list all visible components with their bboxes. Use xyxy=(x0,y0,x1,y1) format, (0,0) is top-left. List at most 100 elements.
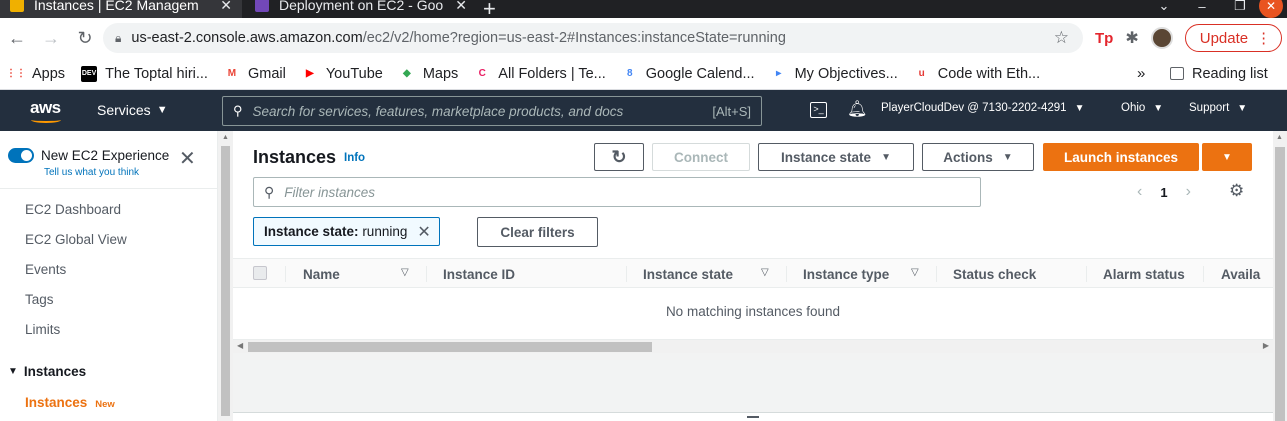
cloudshell-icon[interactable]: >_ xyxy=(810,102,827,118)
scroll-left-icon[interactable]: ◀ xyxy=(237,341,243,350)
prev-page-icon[interactable]: ‹ xyxy=(1137,183,1142,201)
column-header-alarm-status[interactable]: Alarm status xyxy=(1103,267,1185,282)
new-badge: New xyxy=(95,399,115,410)
column-header-instance-id[interactable]: Instance ID xyxy=(443,267,515,282)
tab-instances[interactable]: Instances | EC2 Managem ✕ xyxy=(0,0,242,18)
tab-deployment[interactable]: Deployment on EC2 - Goo ✕ xyxy=(245,0,477,18)
column-header-instance-type[interactable]: Instance type xyxy=(803,267,889,282)
address-bar[interactable]: 🔒︎ us-east-2.console.aws.amazon.com/ec2/… xyxy=(103,23,1083,53)
column-divider xyxy=(786,266,787,282)
scroll-thumb[interactable] xyxy=(1275,147,1285,421)
remove-filter-icon[interactable]: ✕ xyxy=(417,222,430,242)
scroll-right-icon[interactable]: ▶ xyxy=(1263,341,1269,350)
window-controls: ⌄ – ❐ ✕ xyxy=(1145,0,1287,18)
bookmark-item[interactable]: 8 Google Calend... xyxy=(622,66,755,82)
button-label: Actions xyxy=(943,149,993,165)
forward-icon[interactable]: → xyxy=(34,28,68,49)
toolbar-actions: Tp ✱ Update ⋮ xyxy=(1095,24,1283,52)
sidebar-item-ec2-global-view[interactable]: EC2 Global View xyxy=(25,232,127,247)
sidebar-item-ec2-dashboard[interactable]: EC2 Dashboard xyxy=(25,202,121,217)
scroll-thumb[interactable] xyxy=(221,146,230,416)
actions-button[interactable]: Actions ▼ xyxy=(922,143,1034,171)
scroll-up-icon[interactable]: ▲ xyxy=(222,134,229,141)
column-header-instance-state[interactable]: Instance state xyxy=(643,267,733,282)
bookmark-item[interactable]: u Code with Eth... xyxy=(914,66,1040,82)
update-button[interactable]: Update ⋮ xyxy=(1184,24,1283,52)
bookmark-item[interactable]: ▶ YouTube xyxy=(302,66,383,82)
drag-handle-icon[interactable] xyxy=(747,416,759,420)
sort-icon[interactable]: ▽ xyxy=(911,267,919,278)
reload-icon[interactable]: ↻ xyxy=(68,28,102,49)
support-menu[interactable]: Support ▼ xyxy=(1189,102,1247,114)
sidebar-item-instances[interactable]: Instances New xyxy=(25,395,115,410)
sidebar-section-instances[interactable]: ▼ Instances xyxy=(8,364,86,379)
account-menu[interactable]: PlayerCloudDev @ 7130-2202-4291 ▼ xyxy=(881,102,1084,114)
scroll-thumb[interactable] xyxy=(248,342,652,352)
lock-icon: 🔒︎ xyxy=(115,30,122,45)
caret-down-icon: ▼ xyxy=(1237,102,1248,114)
bookmark-item[interactable]: M Gmail xyxy=(224,66,286,82)
bookmark-item[interactable]: ⋮⋮ Apps xyxy=(6,66,65,82)
bookmark-item[interactable]: ◆ Maps xyxy=(399,66,458,82)
maximize-icon[interactable]: ❐ xyxy=(1221,0,1259,14)
dev-icon: DEV xyxy=(81,65,98,82)
next-page-icon[interactable]: › xyxy=(1186,183,1191,201)
close-icon[interactable]: ✕ xyxy=(179,149,196,169)
feedback-link[interactable]: Tell us what you think xyxy=(44,167,139,178)
more-bookmarks-icon[interactable]: » xyxy=(1137,65,1145,82)
gear-icon[interactable]: ⚙ xyxy=(1229,181,1244,201)
table-horizontal-scrollbar[interactable]: ◀ ▶ xyxy=(233,339,1273,353)
column-divider xyxy=(1203,266,1204,282)
refresh-icon: ↻ xyxy=(611,146,627,167)
region-menu[interactable]: Ohio ▼ xyxy=(1121,102,1163,114)
aws-search-input[interactable]: ⚲ Search for services, features, marketp… xyxy=(222,96,762,126)
split-panel-handle[interactable] xyxy=(233,412,1273,421)
caret-down-icon: ▼ xyxy=(1002,151,1013,163)
aws-logo[interactable]: aws xyxy=(30,98,61,118)
services-menu[interactable]: Services ▼ xyxy=(97,102,168,118)
launch-dropdown-button[interactable]: ▼ xyxy=(1202,143,1252,171)
tab-search-icon[interactable]: ⌄ xyxy=(1145,0,1183,14)
profile-avatar[interactable] xyxy=(1150,27,1173,49)
close-tab-icon[interactable]: ✕ xyxy=(220,0,232,14)
browser-tab-strip: Instances | EC2 Managem ✕ Deployment on … xyxy=(0,0,1287,18)
launch-instances-button[interactable]: Launch instances xyxy=(1043,143,1199,171)
page-number[interactable]: 1 xyxy=(1160,185,1167,200)
bookmark-item[interactable]: DEV The Toptal hiri... xyxy=(81,65,208,82)
clear-filters-button[interactable]: Clear filters xyxy=(477,217,598,247)
connect-button[interactable]: Connect xyxy=(652,143,750,171)
bookmark-label: Code with Eth... xyxy=(937,65,1041,82)
info-link[interactable]: Info xyxy=(344,152,365,164)
close-tab-icon[interactable]: ✕ xyxy=(455,0,467,14)
tab-title: Instances | EC2 Managem xyxy=(34,0,199,13)
minimize-icon[interactable]: – xyxy=(1183,0,1221,14)
notifications-bell-icon[interactable]: 🔔︎ xyxy=(847,99,867,119)
new-experience-toggle[interactable] xyxy=(8,148,34,163)
bookmark-star-icon[interactable]: ☆ xyxy=(1054,28,1069,48)
toptal-extension-icon[interactable]: Tp xyxy=(1095,30,1113,47)
column-header-availability-zone[interactable]: Availa xyxy=(1221,267,1273,282)
refresh-button[interactable]: ↻ xyxy=(594,143,644,171)
instance-state-button[interactable]: Instance state ▼ xyxy=(758,143,914,171)
reading-list-label: Reading list xyxy=(1192,65,1268,82)
scroll-up-icon[interactable]: ▲ xyxy=(1276,134,1283,141)
sort-icon[interactable]: ▽ xyxy=(761,267,769,278)
reading-list-button[interactable]: Reading list xyxy=(1170,66,1268,82)
sidebar-item-limits[interactable]: Limits xyxy=(25,322,60,337)
sidebar-item-tags[interactable]: Tags xyxy=(25,292,54,307)
new-tab-button[interactable]: + xyxy=(483,0,496,18)
column-header-name[interactable]: Name xyxy=(303,267,340,282)
column-header-status-check[interactable]: Status check xyxy=(953,267,1036,282)
sort-icon[interactable]: ▽ xyxy=(401,267,409,278)
bookmark-item[interactable]: C All Folders | Te... xyxy=(474,66,606,82)
filter-instances-input[interactable]: ⚲ Filter instances xyxy=(253,177,981,207)
back-icon[interactable]: ← xyxy=(0,28,34,49)
close-window-icon[interactable]: ✕ xyxy=(1259,0,1283,18)
caret-down-icon: ▼ xyxy=(881,151,891,163)
extensions-icon[interactable]: ✱ xyxy=(1125,28,1138,48)
select-all-checkbox[interactable] xyxy=(253,266,267,280)
sidebar-scrollbar[interactable]: ▲ xyxy=(218,131,233,421)
sidebar-item-events[interactable]: Events xyxy=(25,262,66,277)
bookmark-item[interactable]: ▸ My Objectives... xyxy=(771,66,898,82)
page-scrollbar[interactable]: ▲ xyxy=(1273,131,1287,421)
